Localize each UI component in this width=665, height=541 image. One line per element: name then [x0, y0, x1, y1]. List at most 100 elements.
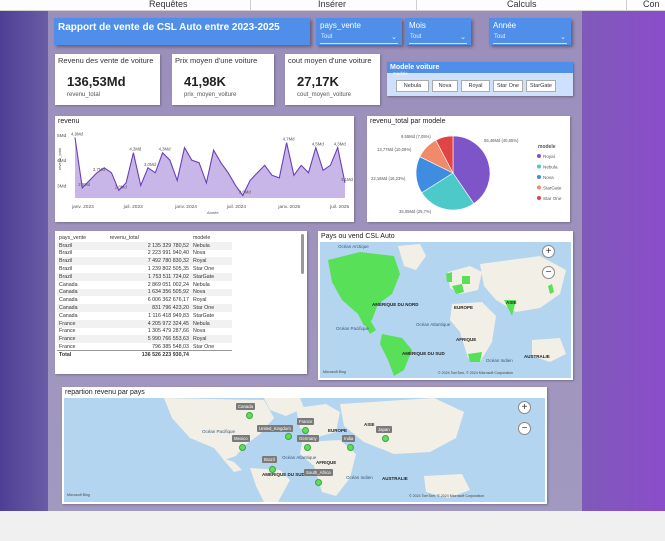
legend-item[interactable]: Nova: [543, 175, 554, 180]
table-scrollbar[interactable]: [301, 234, 304, 274]
table-row[interactable]: Brazil 1 239 802 505,35 Star One: [57, 265, 232, 273]
slicer-pays-vente[interactable]: pays_vente Tout ⌄: [316, 18, 402, 45]
column-header[interactable]: modele: [191, 234, 232, 242]
map-pin-mexico[interactable]: Mexico: [232, 435, 250, 442]
data-label: 2,6Md: [239, 189, 252, 194]
model-slicer-sublabel: modele: [393, 71, 408, 76]
x-tick-label: janv. 2025: [277, 204, 300, 210]
tab-calculs[interactable]: Calculs: [507, 0, 537, 9]
column-header[interactable]: revenu_total: [108, 234, 191, 242]
model-option-stargate[interactable]: StarGate: [526, 80, 556, 92]
map-revenu[interactable]: Océan Pacifique Océan Atlantique Océan I…: [64, 398, 545, 502]
table-cell: 2 869 051 002,24: [147, 281, 189, 288]
kpi-cout-moyen[interactable]: cout moyen d'une voiture 27,17K cout_moy…: [285, 54, 380, 105]
slicer-dropdown[interactable]: Tout ⌄: [409, 34, 467, 44]
legend-item[interactable]: Star One: [543, 196, 562, 201]
table-row[interactable]: Canada 1 116 418 949,83 StarGate: [57, 312, 232, 320]
table-row[interactable]: Canada 1 634 356 505,92 Nova: [57, 288, 232, 297]
table-row[interactable]: France 4 205 972 324,45 Nebula: [57, 319, 232, 328]
map-bubble-canada[interactable]: [246, 412, 253, 419]
revenue-area-chart[interactable]: revenu 5Md 4Md 3Md revenu_total 4,9Md 2,9Md 3,…: [55, 116, 354, 222]
sales-table[interactable]: pays_vente revenu_total modele Brazil 2 135 …: [55, 231, 307, 374]
map-pin-germany[interactable]: Germany: [297, 435, 319, 442]
column-header[interactable]: pays_vente: [57, 234, 108, 242]
table-row[interactable]: France 1 305 479 287,66 Nova: [57, 328, 232, 336]
kpi-revenu[interactable]: Revenu des vente de voiture 136,53Md rev…: [55, 54, 160, 105]
model-option-nova[interactable]: Nova: [432, 80, 458, 92]
table-cell: Canada: [59, 281, 78, 288]
zoom-out-button[interactable]: −: [542, 266, 555, 279]
kpi-title: Prix moyen d'une voiture: [175, 56, 258, 65]
table-cell: Nova: [192, 328, 206, 335]
table-row[interactable]: Canada 831 796 423,20 Star One: [57, 304, 232, 312]
table-row[interactable]: Canada 6 006 362 676,17 Royal: [57, 296, 232, 304]
map-revenu-visual[interactable]: repartion revenu par pays Océan Pacifiqu…: [62, 387, 547, 504]
map-bubble-south-africa[interactable]: [315, 479, 322, 486]
continent-label: EUROPE: [454, 305, 474, 310]
table-cell: 1 116 418 949,83: [148, 312, 189, 319]
tab-requetes[interactable]: Requêtes: [149, 0, 188, 9]
map-bubble-mexico[interactable]: [239, 444, 246, 451]
map-bubble-japan[interactable]: [382, 435, 389, 442]
map-bubble-germany[interactable]: [304, 444, 311, 451]
model-option-nebula[interactable]: Nebula: [396, 80, 429, 92]
map-pays[interactable]: Océan Arctique Océan Pacifique Océan Atl…: [320, 242, 571, 378]
continent-label: AUSTRALIE: [382, 476, 408, 481]
table-row[interactable]: France 5 990 766 553,63 Royal: [57, 335, 232, 344]
table-header-row: pays_vente revenu_total modele: [57, 234, 232, 242]
map-pin-united-kingdom[interactable]: United_Kingdom: [257, 425, 293, 432]
table-row[interactable]: Brazil 7 492 780 830,32 Royal: [57, 257, 232, 266]
data-label: 2,9Md: [78, 182, 91, 187]
table-row[interactable]: Canada 2 869 051 002,24 Nebula: [57, 281, 232, 289]
map-bubble-brazil[interactable]: [269, 466, 276, 473]
continent-label: AMÉRIQUE DU SUD: [262, 472, 305, 477]
revenue-pie-chart[interactable]: revenu_total par modele 55,46Md (40,65%)…: [367, 116, 570, 222]
model-option-star-one[interactable]: Star One: [493, 80, 523, 92]
legend-item[interactable]: StarGate: [543, 186, 562, 191]
continent-label: AFRIQUE: [456, 337, 477, 342]
x-tick-label: juil. 2025: [329, 204, 350, 210]
slice-label: 55,46Md (40,65%): [484, 138, 519, 143]
legend-item[interactable]: Nebula: [543, 165, 558, 170]
map-bubble-india[interactable]: [347, 444, 354, 451]
table-row[interactable]: France 796 385 548,03 Star One: [57, 343, 232, 351]
map-pin-japan[interactable]: Japan: [376, 426, 392, 433]
slicer-annee[interactable]: Année Tout ⌄: [489, 18, 571, 45]
map-pin-india[interactable]: India: [342, 435, 356, 442]
table-cell: 5 990 766 553,63: [107, 335, 191, 344]
table-cell: 2 223 991 940,40: [147, 250, 189, 257]
continent-label: AUSTRALIE: [524, 354, 550, 359]
map-pin-france[interactable]: France: [297, 418, 315, 425]
slicer-dropdown[interactable]: Tout ⌄: [493, 34, 567, 44]
zoom-out-button[interactable]: −: [518, 422, 531, 435]
table-row[interactable]: Brazil 2 223 991 940,40 Nova: [57, 250, 232, 258]
table-cell: France: [57, 335, 108, 344]
kpi-prix-moyen[interactable]: Prix moyen d'une voiture 41,98K prix_moy…: [172, 54, 274, 105]
zoom-in-button[interactable]: +: [542, 245, 555, 258]
legend-item[interactable]: Royal: [543, 154, 555, 159]
tab-overflow[interactable]: Con: [643, 0, 660, 9]
table-cell: Brazil: [57, 257, 108, 266]
map-pin-south-africa[interactable]: South_Africa: [304, 469, 333, 476]
table-cell: Nebula: [190, 319, 232, 328]
slicer-mois[interactable]: Mois Tout ⌄: [405, 18, 471, 45]
table-cell: 7 492 780 830,32: [107, 257, 191, 266]
model-slicer[interactable]: Modele voiture modele Nebula Nova Royal …: [387, 62, 573, 96]
table-row[interactable]: Brazil 2 135 329 780,52 Nebula: [57, 241, 232, 250]
table-row[interactable]: Brazil 1 753 511 724,02 StarGate: [57, 272, 232, 281]
map-credit: © 2024 TomTom, © 2024 Microsoft Corporat…: [438, 371, 514, 375]
land-uk: [446, 272, 452, 282]
tab-inserer[interactable]: Insérer: [318, 0, 346, 9]
legend-swatch: [537, 164, 541, 169]
map-pays-visual[interactable]: Pays ou vend CSL Auto Océan Arctique Océ…: [318, 231, 573, 380]
model-option-royal[interactable]: Royal: [461, 80, 490, 92]
zoom-in-button[interactable]: +: [518, 401, 531, 414]
table-total-row: Total 136 526 223 930,74: [57, 350, 232, 359]
map-bubble-france[interactable]: [302, 427, 309, 434]
table-cell: 1 634 356 505,92: [107, 288, 191, 297]
slicer-dropdown[interactable]: Tout ⌄: [320, 34, 398, 44]
map-bubble-uk[interactable]: [285, 433, 292, 440]
map-pin-brazil[interactable]: Brazil: [262, 456, 277, 463]
continent-label: AMÉRIQUE DU SUD: [402, 351, 445, 356]
map-pin-canada[interactable]: Canada: [236, 403, 256, 410]
